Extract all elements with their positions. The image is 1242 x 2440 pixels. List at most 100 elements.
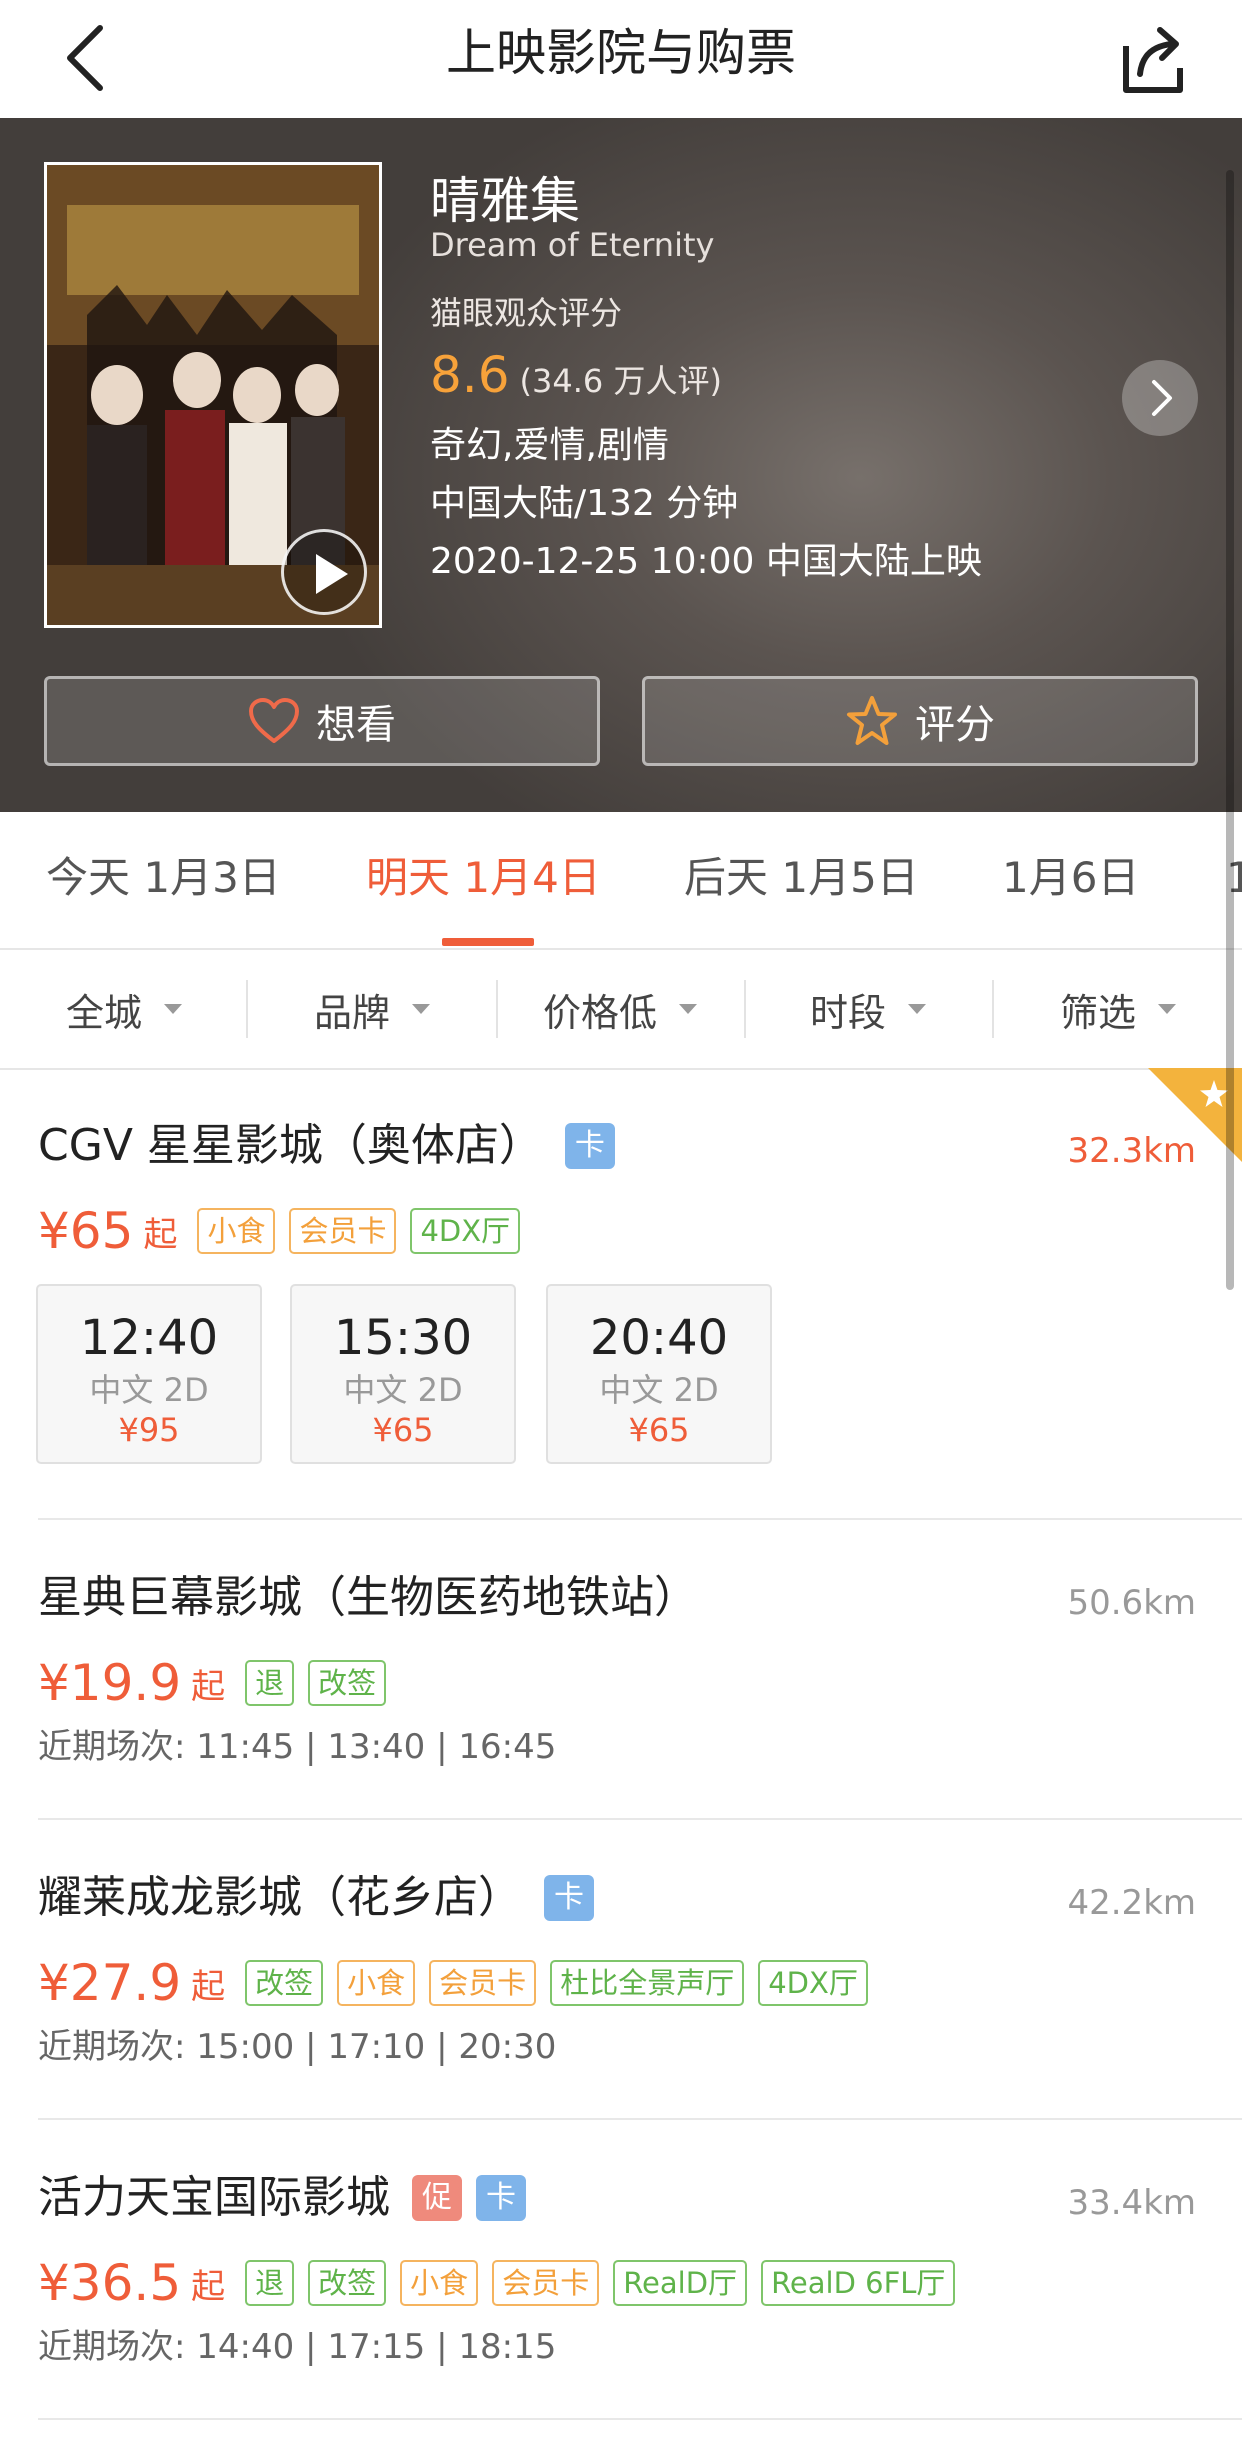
chevron-right-icon: [1152, 380, 1172, 416]
want-to-see-label: 想看: [316, 702, 396, 748]
price-row: ¥65 起 小食 会员卡 4DX厅: [38, 1200, 521, 1262]
date-tabs: 今天 1月3日 明天 1月4日 后天 1月5日 1月6日 1: [0, 812, 1242, 950]
tag-snack: 小食: [197, 1208, 276, 1254]
filter-bar: 全城 品牌 价格低 时段 筛选: [0, 950, 1242, 1070]
promo-badge: 促: [412, 2175, 462, 2221]
scrollbar[interactable]: [1226, 170, 1234, 1290]
cinema-name: 耀莱成龙影城（花乡店）: [38, 1872, 522, 1923]
tag-reschedule: 改签: [308, 1660, 387, 1706]
rate-button[interactable]: 评分: [642, 676, 1198, 766]
tag-snack: 小食: [337, 1960, 416, 2006]
filter-more[interactable]: 筛选: [994, 950, 1242, 1068]
member-card-badge: 卡: [564, 1123, 615, 1169]
price-row: ¥27.9 起 改签 小食 会员卡 杜比全景声厅 4DX厅: [38, 1952, 868, 2014]
member-card-badge: 卡: [544, 1875, 594, 1921]
filter-brand[interactable]: 品牌: [248, 950, 496, 1068]
tag-reschedule: 改签: [308, 2260, 387, 2306]
nav-bar: 上映影院与购票: [0, 0, 1242, 118]
filter-city-label: 全城: [65, 990, 142, 1035]
caret-down-icon: [412, 1004, 430, 1014]
cinema-distance: 32.3km: [1067, 1131, 1196, 1171]
star-icon: [847, 696, 897, 745]
tab-date-day-after[interactable]: 后天 1月5日: [684, 848, 919, 908]
movie-english-title: Dream of Eternity: [430, 226, 715, 264]
rating-score: 8.6: [430, 346, 510, 404]
showtime-format: 中文 2D: [343, 1371, 463, 1409]
tag-refund: 退: [245, 1660, 295, 1706]
price-row: ¥19.9 起 退 改签: [38, 1652, 387, 1714]
price-suffix: 起: [191, 1966, 226, 2007]
cinema-name-row: 活力天宝国际影城 促 卡: [38, 2166, 526, 2230]
caret-down-icon: [164, 1004, 182, 1014]
price-suffix: 起: [143, 1214, 178, 1255]
cinema-distance: 33.4km: [1067, 2183, 1196, 2223]
movie-origin-duration: 中国大陆/132 分钟: [430, 483, 739, 524]
tab-date-tomorrow[interactable]: 明天 1月4日: [366, 848, 601, 908]
showtime-time: 15:30: [333, 1310, 473, 1366]
cinema-name: CGV 星星影城（奥体店）: [38, 1120, 543, 1171]
member-card-badge: 卡: [476, 2175, 526, 2221]
movie-release: 2020-12-25 10:00 中国大陆上映: [430, 541, 982, 582]
cinema-card[interactable]: 耀莱成龙影城（花乡店） 卡 42.2km ¥27.9 起 改签 小食 会员卡 杜…: [0, 1820, 1242, 2120]
price-suffix: 起: [191, 1666, 226, 1707]
tab-date-jan6[interactable]: 1月6日: [1002, 848, 1139, 908]
filter-brand-label: 品牌: [313, 990, 390, 1035]
cinema-name: 星典巨幕影城（生物医药地铁站）: [38, 1572, 698, 1623]
movie-poster[interactable]: [44, 162, 382, 628]
cinema-name-row: 耀莱成龙影城（花乡店） 卡: [38, 1866, 594, 1930]
recent-showtimes: 近期场次: 11:45 | 13:40 | 16:45: [38, 1727, 557, 1767]
min-price: ¥27.9: [38, 1954, 182, 2012]
tag-hall: RealD厅: [613, 2260, 748, 2306]
tag-hall: RealD 6FL厅: [761, 2260, 956, 2306]
share-button[interactable]: [1118, 16, 1188, 100]
filter-price-label: 价格低: [542, 990, 657, 1035]
cinema-distance: 50.6km: [1067, 1583, 1196, 1623]
showtime-price: ¥65: [628, 1411, 690, 1449]
heart-icon: [249, 698, 299, 743]
filter-more-label: 筛选: [1059, 990, 1136, 1035]
tab-date-today[interactable]: 今天 1月3日: [46, 848, 281, 908]
want-to-see-button[interactable]: 想看: [44, 676, 600, 766]
cinema-name: 活力天宝国际影城: [38, 2172, 390, 2223]
cinema-card[interactable]: 星典巨幕影城（生物医药地铁站） 50.6km ¥19.9 起 退 改签 近期场次…: [0, 1520, 1242, 1820]
page-title: 上映影院与购票: [446, 24, 796, 82]
filter-time-label: 时段: [809, 990, 886, 1035]
play-icon: [316, 554, 348, 594]
tag-snack: 小食: [400, 2260, 479, 2306]
tag-member-card: 会员卡: [429, 1960, 537, 2006]
filter-time[interactable]: 时段: [744, 950, 992, 1068]
caret-down-icon: [908, 1004, 926, 1014]
cinema-card[interactable]: CGV 星星影城（奥体店） 卡 32.3km ¥65 起 小食 会员卡 4DX厅…: [0, 1068, 1242, 1520]
share-icon: [1123, 27, 1183, 93]
recent-showtimes: 近期场次: 15:00 | 17:10 | 20:30: [38, 2027, 557, 2067]
showtime-button[interactable]: 15:30 中文 2D ¥65: [290, 1284, 516, 1464]
filter-city[interactable]: 全城: [0, 950, 248, 1068]
showtime-format: 中文 2D: [89, 1371, 209, 1409]
showtime-time: 12:40: [79, 1310, 219, 1366]
cinema-card[interactable]: 活力天宝国际影城 促 卡 33.4km ¥36.5 起 退 改签 小食 会员卡 …: [0, 2120, 1242, 2420]
showtime-button[interactable]: 12:40 中文 2D ¥95: [36, 1284, 262, 1464]
min-price: ¥19.9: [38, 1654, 182, 1712]
showtime-button[interactable]: 20:40 中文 2D ¥65: [546, 1284, 772, 1464]
tag-hall: 杜比全景声厅: [550, 1960, 745, 2006]
cinema-name-row: 星典巨幕影城（生物医药地铁站）: [38, 1566, 698, 1630]
price-row: ¥36.5 起 退 改签 小食 会员卡 RealD厅 RealD 6FL厅: [38, 2252, 956, 2314]
min-price: ¥65: [38, 1202, 134, 1260]
tag-hall: 4DX厅: [410, 1208, 521, 1254]
movie-genres: 奇幻,爱情,剧情: [430, 425, 669, 466]
tag-refund: 退: [245, 2260, 295, 2306]
rating-row: 8.6 (34.6 万人评): [430, 342, 722, 420]
tag-member-card: 会员卡: [289, 1208, 397, 1254]
filter-price[interactable]: 价格低: [496, 950, 744, 1068]
cinema-distance: 42.2km: [1067, 1883, 1196, 1923]
movie-detail-button[interactable]: [1122, 360, 1198, 436]
showtime-format: 中文 2D: [599, 1371, 719, 1409]
showtime-price: ¥65: [372, 1411, 434, 1449]
play-trailer-button[interactable]: [281, 529, 367, 615]
rating-count: (34.6 万人评): [519, 362, 722, 400]
showtime-price: ¥95: [118, 1411, 180, 1449]
rate-label: 评分: [915, 702, 995, 748]
tag-reschedule: 改签: [245, 1960, 324, 2006]
movie-header: 晴雅集 Dream of Eternity 猫眼观众评分 8.6 (34.6 万人…: [0, 118, 1242, 812]
rating-label: 猫眼观众评分: [430, 294, 623, 332]
